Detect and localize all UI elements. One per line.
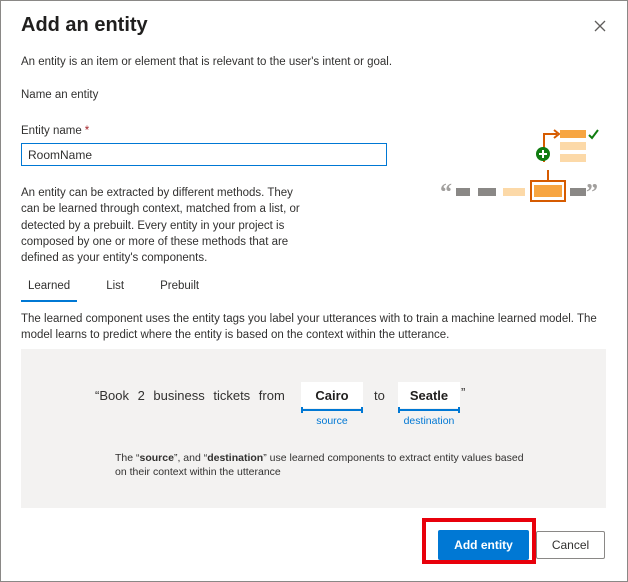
tab-learned[interactable]: Learned: [21, 278, 78, 302]
close-button[interactable]: [588, 14, 612, 38]
source-chip: Cairo: [301, 382, 363, 408]
required-marker: *: [84, 125, 90, 137]
dialog-title: Add an entity: [21, 14, 148, 36]
cancel-button[interactable]: Cancel: [536, 531, 605, 559]
source-underline: [301, 407, 363, 413]
methods-description: An entity can be extracted by different …: [21, 187, 300, 265]
destination-chip: Seatle: [398, 382, 460, 408]
note-part2: ”, and “: [173, 452, 208, 464]
method-tabs: Learned List Prebuilt: [21, 278, 228, 302]
section-heading: Name an entity: [21, 89, 99, 101]
destination-caption: destination: [403, 415, 455, 427]
dialog-intro: An entity is an item or element that is …: [21, 56, 393, 68]
entity-name-label: Entity name *: [21, 125, 89, 137]
utterance-connector: to: [374, 388, 385, 403]
example-note: The “source”, and “destination” use lear…: [115, 451, 525, 479]
close-icon: [594, 20, 606, 32]
svg-text:“: “: [440, 180, 452, 206]
utterance-suffix: ”: [461, 385, 466, 400]
note-part1: The “: [115, 452, 140, 464]
note-source: source: [139, 452, 174, 464]
svg-text:”: ”: [586, 180, 598, 206]
destination-underline: [398, 407, 460, 413]
example-panel: “Book 2 business tickets from Cairo sour…: [21, 349, 606, 508]
note-destination: destination: [207, 452, 264, 464]
learned-description: The learned component uses the entity ta…: [21, 313, 597, 341]
tab-prebuilt[interactable]: Prebuilt: [153, 278, 206, 302]
entity-illustration: “ ”: [440, 129, 599, 206]
entity-name-input[interactable]: [21, 143, 387, 166]
utterance-prefix: “Book 2 business tickets from: [95, 388, 285, 403]
tab-list[interactable]: List: [99, 278, 131, 302]
add-entity-button[interactable]: Add entity: [438, 530, 529, 560]
source-caption: source: [316, 415, 348, 427]
entity-name-label-text: Entity name: [21, 125, 82, 137]
